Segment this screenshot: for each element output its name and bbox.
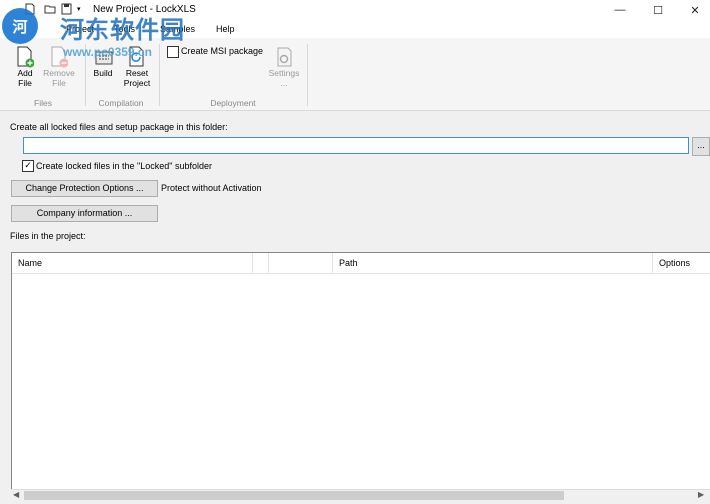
reset-project-label-2: Project	[123, 78, 151, 88]
build-label: Build	[93, 68, 113, 78]
locked-subfolder-checkbox[interactable]: ✓	[22, 160, 34, 172]
remove-file-label-1: Remove	[43, 68, 75, 78]
maximize-button[interactable]: ☐	[639, 0, 677, 20]
add-file-label-1: Add	[17, 68, 33, 78]
reset-project-label-1: Reset	[125, 68, 149, 78]
watermark-text: 河东软件园	[60, 16, 185, 44]
column-header-name[interactable]: Name	[12, 253, 253, 273]
column-header-blank-1[interactable]	[253, 253, 269, 273]
locked-subfolder-label: Create locked files in the "Locked" subf…	[36, 161, 212, 171]
menu-help[interactable]: Help	[216, 24, 235, 34]
scroll-right-icon[interactable]: ▶	[698, 490, 704, 499]
settings-button[interactable]: Settings ...	[266, 46, 302, 88]
files-list[interactable]: Name Path Options	[11, 252, 710, 490]
scroll-thumb[interactable]	[24, 491, 564, 500]
output-folder-input[interactable]	[23, 137, 689, 154]
change-protection-button[interactable]: Change Protection Options ...	[11, 180, 158, 197]
create-msi-checkbox[interactable]	[167, 46, 179, 58]
settings-icon	[275, 46, 293, 67]
add-file-icon	[16, 46, 35, 68]
settings-label-1: Settings	[268, 68, 300, 78]
minimize-button[interactable]: —	[601, 0, 639, 20]
close-button[interactable]: ✕	[676, 0, 710, 20]
remove-file-label-2: File	[52, 78, 66, 88]
open-folder-icon[interactable]	[44, 3, 56, 15]
watermark-logo: 河	[2, 8, 38, 44]
group-separator	[307, 44, 308, 106]
browse-button[interactable]: ...	[692, 137, 710, 156]
group-compilation-label: Compilation	[98, 98, 144, 108]
group-deployment-label: Deployment	[210, 98, 256, 108]
protection-status: Protect without Activation	[161, 183, 262, 193]
settings-label-2: ...	[280, 78, 288, 88]
watermark-url: www.pc0359.cn	[63, 45, 152, 59]
group-separator	[159, 44, 160, 106]
column-header-path[interactable]: Path	[333, 253, 653, 273]
scroll-left-icon[interactable]: ◀	[13, 490, 19, 499]
folder-label: Create all locked files and setup packag…	[10, 122, 228, 132]
column-header-blank-2[interactable]	[269, 253, 333, 273]
create-msi-label: Create MSI package	[181, 46, 264, 56]
group-files-label: Files	[34, 98, 52, 108]
files-label: Files in the project:	[10, 231, 86, 241]
column-header-options[interactable]: Options	[653, 253, 710, 273]
company-info-button[interactable]: Company information ...	[11, 205, 158, 222]
add-file-label-2: File	[18, 78, 32, 88]
list-header: Name Path Options	[12, 253, 710, 274]
add-file-button[interactable]: Add File	[11, 46, 39, 88]
